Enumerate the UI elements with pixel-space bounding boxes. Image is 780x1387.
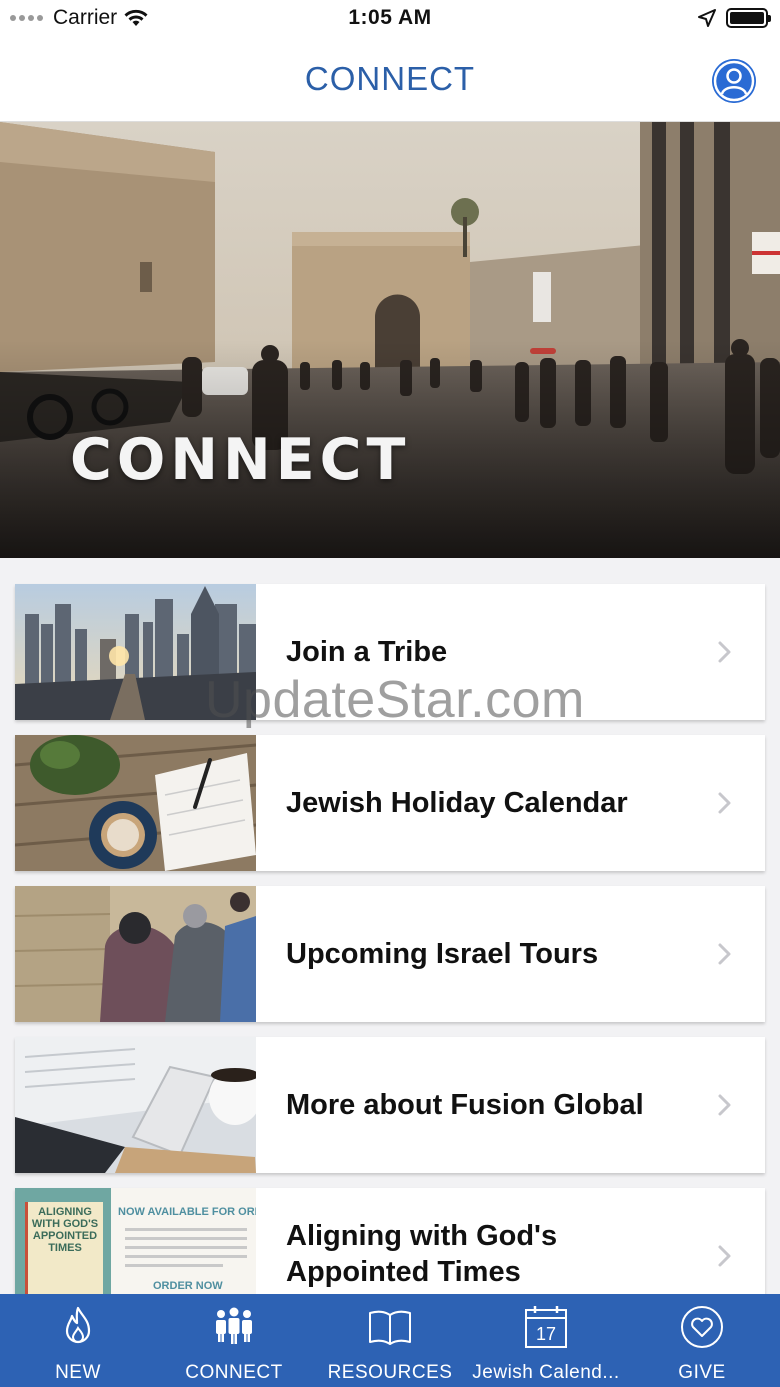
tab-label: CONNECT: [185, 1362, 283, 1383]
app: Carrier 1:05 AM CONNECT CONNECT Join a T…: [0, 0, 780, 1387]
chevron-right-icon: [718, 792, 731, 814]
card-label: Jewish Holiday Calendar: [286, 787, 628, 819]
heart-icon: [681, 1306, 723, 1348]
location-arrow-icon: [698, 9, 716, 27]
calendar-day: 17: [536, 1324, 556, 1344]
hero-banner: CONNECT: [0, 122, 780, 558]
calendar-icon: 17: [525, 1306, 567, 1348]
book-promo-headline: NOW AVAILABLE FOR ORDER: [118, 1206, 256, 1218]
phone-desk-image: [15, 1037, 256, 1173]
western-wall-image: [15, 886, 256, 1022]
card-label: Upcoming Israel Tours: [286, 938, 599, 970]
battery-icon: [726, 8, 771, 28]
tab-label: Jewish Calend...: [472, 1362, 620, 1383]
book-promo-cta: ORDER NOW: [153, 1280, 223, 1292]
tab-jewish-calendar[interactable]: 17 Jewish Calend...: [468, 1294, 624, 1387]
nav-bar: CONNECT: [0, 40, 780, 122]
chevron-right-icon: [718, 943, 731, 965]
tab-label: GIVE: [678, 1362, 726, 1383]
status-time: 1:05 AM: [348, 6, 432, 29]
card-label: More about Fusion Global: [286, 1089, 644, 1121]
book-cover-title: ALIGNING WITH GOD'S APPOINTED TIMES: [31, 1206, 99, 1254]
flame-icon: [65, 1306, 91, 1344]
card-upcoming-israel-tours[interactable]: Upcoming Israel Tours: [15, 886, 765, 1022]
chevron-right-icon: [718, 1094, 731, 1116]
tab-connect[interactable]: CONNECT: [156, 1294, 312, 1387]
tab-resources[interactable]: RESOURCES: [312, 1294, 468, 1387]
card-jewish-holiday-calendar[interactable]: Jewish Holiday Calendar: [15, 735, 765, 871]
status-right: [698, 8, 771, 28]
book-promo-text-lines: [125, 1228, 247, 1267]
card-label: Join a Tribe: [286, 636, 448, 668]
hero-title: CONNECT: [70, 427, 411, 493]
tab-label: RESOURCES: [327, 1362, 453, 1383]
chevron-right-icon: [718, 641, 731, 663]
tab-give[interactable]: GIVE: [624, 1294, 780, 1387]
coffee-planner-image: [15, 735, 256, 871]
status-bar: Carrier 1:05 AM: [0, 0, 780, 40]
profile-button[interactable]: [712, 59, 756, 103]
city-skyline-image: [15, 584, 256, 720]
tab-new[interactable]: NEW: [0, 1294, 156, 1387]
card-join-a-tribe[interactable]: Join a Tribe: [15, 584, 765, 720]
tab-bar: NEW CONNECT RESOURCES 17 Jewish Calend..…: [0, 1294, 780, 1387]
people-icon: [216, 1307, 252, 1344]
book-icon: [369, 1310, 411, 1345]
chevron-right-icon: [718, 1245, 731, 1267]
tab-label: NEW: [55, 1362, 101, 1383]
page-title: CONNECT: [304, 60, 476, 97]
user-circle-icon: [712, 59, 756, 103]
card-more-about-fusion-global[interactable]: More about Fusion Global: [15, 1037, 765, 1173]
